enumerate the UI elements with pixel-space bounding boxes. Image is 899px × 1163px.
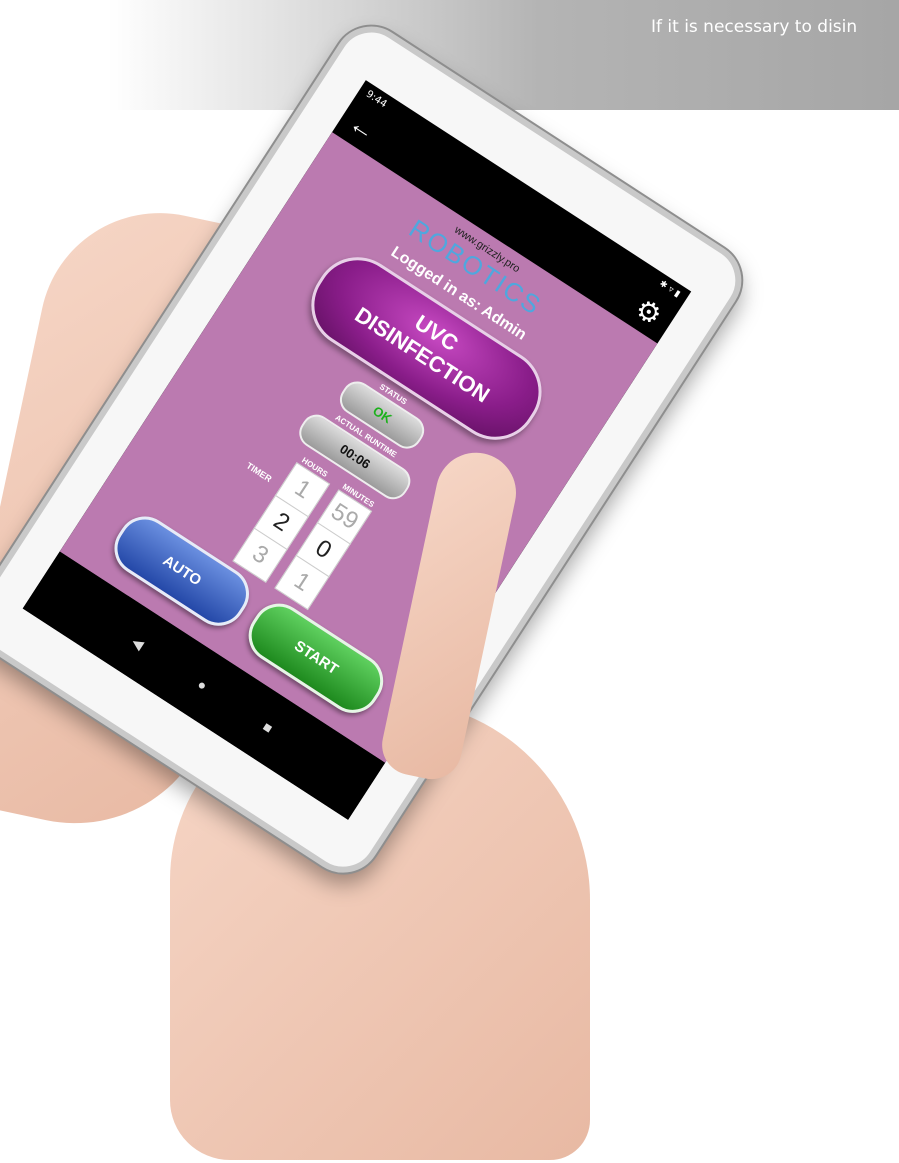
banner-text: If it is necessary to disin (651, 17, 858, 37)
nav-home-icon[interactable]: ● (195, 676, 211, 694)
status-value: OK (370, 403, 395, 427)
arrow-left-icon[interactable]: ← (344, 107, 382, 146)
status-icons: ✱ ▿ ▮ (657, 278, 682, 300)
gear-icon[interactable]: ⚙ (630, 292, 668, 332)
nav-back-icon[interactable]: ◀ (129, 633, 147, 653)
nav-recents-icon[interactable]: ■ (260, 718, 276, 736)
tablet-screen: 9:44 ✱ ▿ ▮ ← ⚙ www.grizzly.pro ROBOTICS … (22, 80, 692, 820)
timer-label: TIMER (244, 460, 274, 485)
runtime-value: 00:06 (337, 441, 374, 472)
